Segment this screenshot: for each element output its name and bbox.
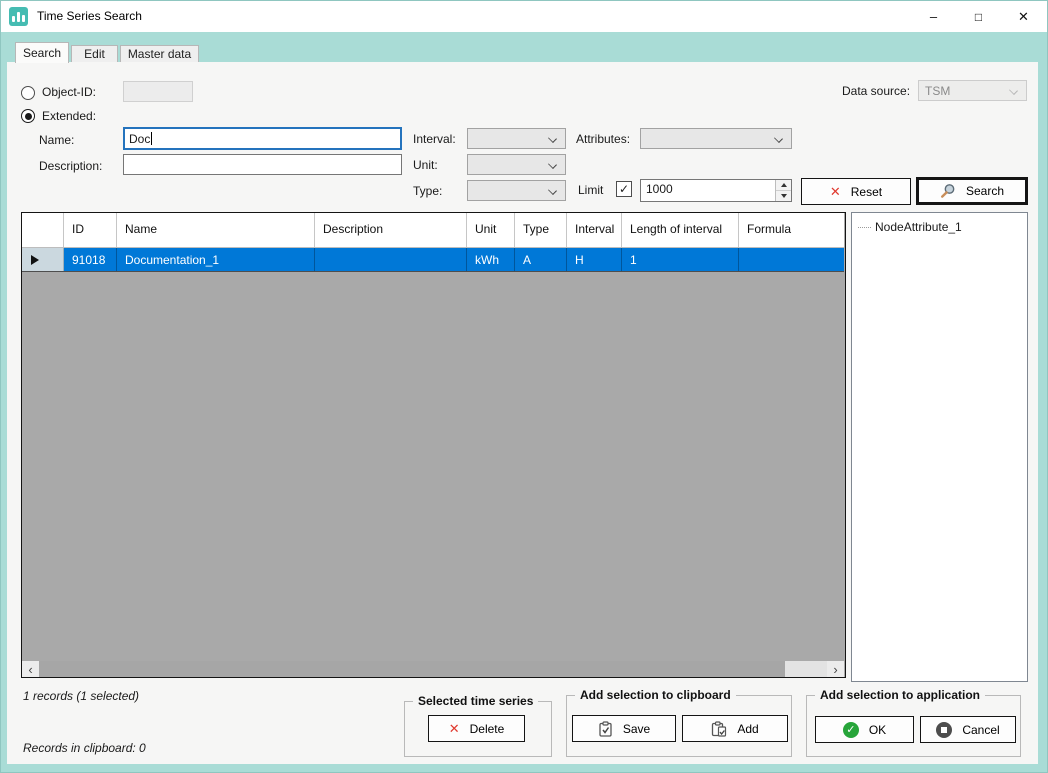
tab-search[interactable]: Search <box>15 42 69 63</box>
magnifier-icon <box>940 183 956 199</box>
cell-id[interactable]: 91018 <box>64 248 117 271</box>
save-button[interactable]: Save <box>572 715 676 742</box>
node-attribute-tree: NodeAttribute_1 <box>851 212 1028 682</box>
scroll-right-button[interactable]: › <box>827 661 844 677</box>
red-x-icon: ✕ <box>830 185 841 198</box>
add-to-clipboard-title: Add selection to clipboard <box>575 688 736 702</box>
cell-formula[interactable] <box>739 248 844 271</box>
extended-radio[interactable] <box>21 109 35 123</box>
scroll-left-button[interactable]: ‹ <box>22 661 39 677</box>
clipboard-summary: Records in clipboard: 0 <box>23 741 146 755</box>
object-id-label: Object-ID: <box>42 85 96 99</box>
data-source-label: Data source: <box>842 84 910 98</box>
cell-description[interactable] <box>315 248 467 271</box>
grid-header-interval[interactable]: Interval <box>567 213 622 247</box>
clipboard-paste-icon <box>711 721 727 737</box>
grid-header-unit[interactable]: Unit <box>467 213 515 247</box>
chevron-down-icon <box>548 160 557 169</box>
type-label: Type: <box>413 184 442 198</box>
spinner-down-button[interactable] <box>776 191 791 201</box>
minimize-button[interactable]: – <box>911 1 956 32</box>
grid-header-name[interactable]: Name <box>117 213 315 247</box>
delete-button[interactable]: ✕ Delete <box>428 715 525 742</box>
maximize-button[interactable]: □ <box>956 1 1001 32</box>
name-label: Name: <box>39 133 74 147</box>
attributes-label: Attributes: <box>576 132 630 146</box>
type-select[interactable] <box>467 180 566 201</box>
cell-unit[interactable]: kWh <box>467 248 515 271</box>
row-selector-cell[interactable] <box>22 248 64 271</box>
description-label: Description: <box>39 159 102 173</box>
chevron-down-icon <box>548 134 557 143</box>
results-grid: ID Name Description Unit Type Interval L… <box>21 212 846 678</box>
app-logo-icon <box>9 7 28 26</box>
extended-label: Extended: <box>42 109 96 123</box>
grid-header-selector <box>22 213 64 247</box>
chevron-down-icon <box>774 134 783 143</box>
grid-header-description[interactable]: Description <box>315 213 467 247</box>
attributes-select[interactable] <box>640 128 792 149</box>
interval-label: Interval: <box>413 132 456 146</box>
limit-label: Limit <box>578 183 603 197</box>
scrollbar-thumb[interactable] <box>39 661 785 677</box>
name-input[interactable]: Doc <box>123 127 402 150</box>
tree-node[interactable]: NodeAttribute_1 <box>852 213 1027 234</box>
object-id-input <box>123 81 193 102</box>
cell-type[interactable]: A <box>515 248 567 271</box>
close-button[interactable]: ✕ <box>1001 1 1046 32</box>
check-icon: ✓ <box>619 183 629 195</box>
add-to-application-title: Add selection to application <box>815 688 985 702</box>
title-bar: Time Series Search – □ ✕ <box>1 1 1048 32</box>
limit-checkbox[interactable]: ✓ <box>616 181 632 197</box>
current-row-arrow-icon <box>31 255 39 265</box>
limit-input[interactable]: 1000 <box>640 179 792 202</box>
tree-line <box>858 227 871 228</box>
records-summary: 1 records (1 selected) <box>23 689 139 703</box>
horizontal-scrollbar[interactable]: ‹ › <box>22 661 844 677</box>
text-caret <box>151 132 152 145</box>
tab-strip: Search Edit Master data <box>1 32 1048 62</box>
unit-label: Unit: <box>413 158 438 172</box>
ok-check-icon: ✓ <box>843 722 859 738</box>
clipboard-check-icon <box>598 721 613 737</box>
chevron-down-icon <box>548 186 557 195</box>
cell-interval[interactable]: H <box>567 248 622 271</box>
selected-time-series-title: Selected time series <box>413 694 538 708</box>
window-title: Time Series Search <box>37 1 142 32</box>
interval-select[interactable] <box>467 128 566 149</box>
search-button[interactable]: Search <box>916 177 1028 205</box>
tab-master-data[interactable]: Master data <box>120 45 199 63</box>
grid-header-id[interactable]: ID <box>64 213 117 247</box>
limit-spinner[interactable] <box>775 180 791 201</box>
cell-name[interactable]: Documentation_1 <box>117 248 315 271</box>
grid-header-type[interactable]: Type <box>515 213 567 247</box>
tab-edit[interactable]: Edit <box>71 45 118 63</box>
grid-header-row: ID Name Description Unit Type Interval L… <box>22 213 844 247</box>
app-window: Time Series Search – □ ✕ Search Edit Mas… <box>0 0 1048 773</box>
description-input[interactable] <box>123 154 402 175</box>
cell-length-of-interval[interactable]: 1 <box>622 248 739 271</box>
ok-button[interactable]: ✓ OK <box>815 716 914 743</box>
cancel-stop-icon <box>936 722 952 738</box>
add-button[interactable]: Add <box>682 715 788 742</box>
chevron-down-icon <box>1009 86 1018 95</box>
data-source-select: TSM <box>918 80 1027 101</box>
tree-node-label: NodeAttribute_1 <box>875 220 962 234</box>
spinner-up-icon <box>781 183 787 187</box>
red-x-icon: ✕ <box>449 722 460 735</box>
table-row[interactable]: 91018 Documentation_1 kWh A H 1 <box>22 247 844 272</box>
object-id-radio[interactable] <box>21 86 35 100</box>
grid-header-length-of-interval[interactable]: Length of interval <box>622 213 739 247</box>
reset-button[interactable]: ✕ Reset <box>801 178 911 205</box>
unit-select[interactable] <box>467 154 566 175</box>
spinner-up-button[interactable] <box>776 180 791 191</box>
spinner-down-icon <box>781 194 787 198</box>
cancel-button[interactable]: Cancel <box>920 716 1016 743</box>
grid-header-formula[interactable]: Formula <box>739 213 844 247</box>
